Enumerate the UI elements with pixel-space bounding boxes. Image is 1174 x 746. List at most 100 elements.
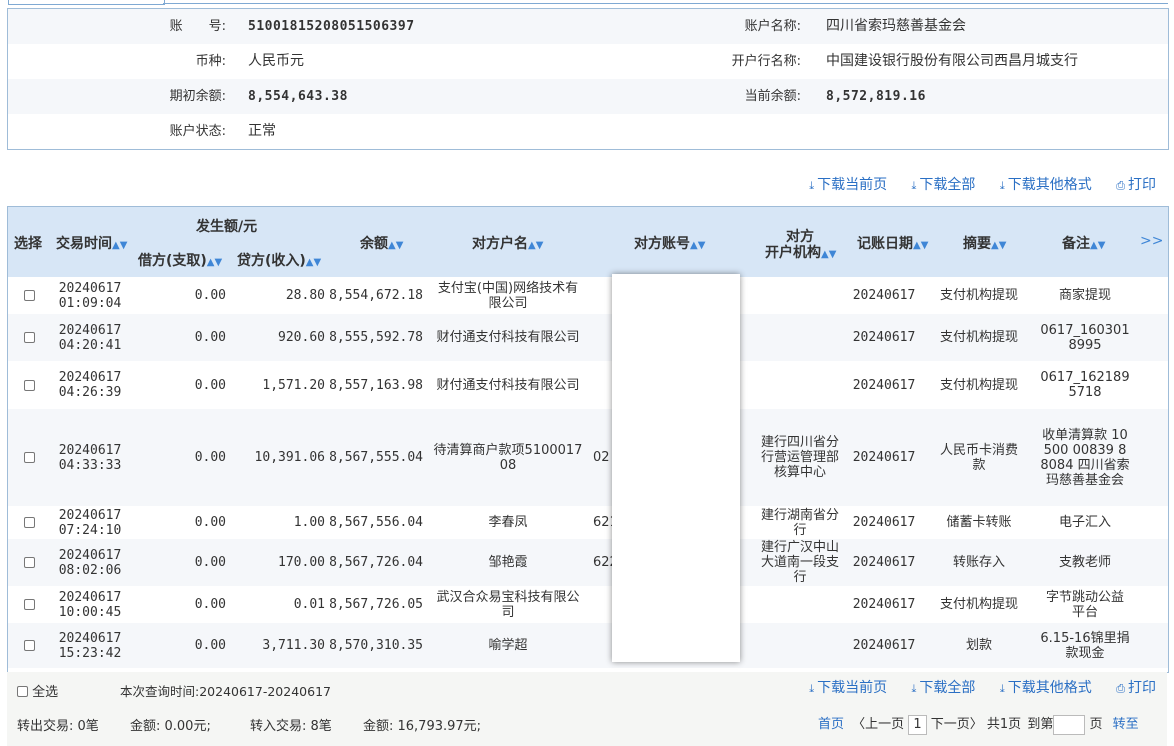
cell-summary: 支付机构提现 <box>939 288 1018 303</box>
download-all-label: 下载全部 <box>919 177 976 193</box>
row-checkbox[interactable] <box>23 290 35 301</box>
cell-summary: 支付机构提现 <box>939 377 1018 393</box>
download-other-link[interactable]: ⤓ 下载其他格式 <box>1000 175 1092 196</box>
select-all-control[interactable]: 全选 <box>17 681 58 700</box>
out-amount: 金额: 0.00元; <box>130 719 211 734</box>
row-checkbox[interactable] <box>23 517 35 528</box>
active-tab[interactable] <box>8 0 165 5</box>
header-summary[interactable]: 摘要▲▼ <box>963 233 1006 253</box>
row-checkbox[interactable] <box>23 332 35 343</box>
download-other-label: 下载其他格式 <box>1007 177 1092 193</box>
cell-summary: 支付机构提现 <box>939 330 1018 345</box>
expand-columns-icon[interactable]: >> <box>1140 233 1163 249</box>
download-page-link[interactable]: ⤓ 下载当前页 <box>809 678 887 699</box>
transaction-table: 选择 交易时间▲▼ 发生额/元 借方(支取)▲▼ 贷方(收入)▲▼ 余额▲▼ 对… <box>7 206 1169 673</box>
header-balance[interactable]: 余额▲▼ <box>360 233 403 253</box>
table-row[interactable]: 20240617 04:33:33 0.00 10,391.06 8,567,555.0… <box>8 409 1168 506</box>
goto-button[interactable]: 转至 <box>1113 717 1139 732</box>
account-status-value: 正常 <box>248 123 276 139</box>
header-debit[interactable]: 借方(支取)▲▼ <box>138 250 222 270</box>
first-page-link[interactable]: 首页 <box>818 717 844 732</box>
currency-label: 币种: <box>195 54 226 69</box>
account-row-4: 账户状态: 正常 <box>8 114 1168 149</box>
in-count: 转入交易: 8笔 <box>250 719 332 734</box>
cell-cp-bank: 建行广汉中山大道南一段支行 <box>760 540 839 585</box>
sort-icon: ▲▼ <box>991 240 1007 251</box>
query-time: 本次查询时间:20240617-20240617 <box>120 684 331 699</box>
table-row[interactable]: 20240617 08:02:06 0.00 170.00 8,567,726.04 邹艳… <box>8 539 1168 586</box>
cell-summary: 支付机构提现 <box>939 597 1018 612</box>
sort-icon: ▲▼ <box>388 240 404 251</box>
header-counterparty-account[interactable]: 对方账号▲▼ <box>634 233 705 253</box>
page-unit-label: 页 <box>1089 717 1103 732</box>
current-page: 1 <box>908 715 927 735</box>
header-time[interactable]: 交易时间▲▼ <box>56 233 127 253</box>
download-page-link[interactable]: ⤓ 下载当前页 <box>809 175 887 196</box>
cell-time: 20240617 15:23:42 <box>50 623 130 668</box>
table-row[interactable]: 20240617 15:23:42 0.00 3,711.30 8,570,310.35… <box>8 623 1168 668</box>
row-checkbox[interactable] <box>23 452 35 463</box>
cell-cp-bank <box>756 361 844 409</box>
row-time: 04:20:41 <box>58 337 122 353</box>
table-row[interactable]: 20240617 04:26:39 0.00 1,571.20 8,557,163.98… <box>8 361 1168 409</box>
bank-name-label: 开户行名称: <box>731 54 801 69</box>
row-time: 01:09:04 <box>58 295 122 311</box>
select-all-label: 全选 <box>32 685 59 700</box>
table-row[interactable]: 20240617 10:00:45 0.00 0.01 8,567,726.05 武汉合众… <box>8 586 1168 623</box>
header-post-date[interactable]: 记账日期▲▼ <box>857 233 928 253</box>
print-link[interactable]: ⎙ 打印 <box>1116 175 1156 196</box>
download-all-link[interactable]: ⤓ 下载全部 <box>912 678 976 699</box>
cell-debit: 0.00 <box>194 638 226 653</box>
account-row-2: 币种: 人民币元 开户行名称: 中国建设银行股份有限公司西昌月城支行 <box>8 44 1168 79</box>
table-row[interactable]: 20240617 01:09:04 0.00 28.80 8,554,672.18 支付宝… <box>8 277 1168 314</box>
print-link[interactable]: ⎙ 打印 <box>1116 678 1156 699</box>
cell-cp-name: 武汉合众易宝科技有限公司 <box>436 589 580 620</box>
cell-time: 20240617 01:09:04 <box>50 277 130 314</box>
cell-balance: 8,557,163.98 <box>329 377 423 393</box>
cell-balance: 8,567,555.04 <box>329 450 423 465</box>
printer-icon: ⎙ <box>1116 179 1125 192</box>
cell-cp-name: 邹艳霞 <box>488 555 528 570</box>
account-info-panel: 账 号: 510018152080515063​97 账户名称: 四川省索玛慈善… <box>7 8 1169 150</box>
row-time: 08:02:06 <box>58 562 122 578</box>
cell-debit: 0.00 <box>194 288 226 303</box>
cell-post-date: 20240617 <box>852 638 916 653</box>
cell-select <box>8 506 50 539</box>
download-other-link[interactable]: ⤓ 下载其他格式 <box>1000 678 1092 699</box>
cell-credit: 1.00 <box>293 515 325 530</box>
cell-cp-bank <box>756 623 844 668</box>
table-row[interactable]: 20240617 04:20:41 0.00 920.60 8,555,592.78 财付… <box>8 314 1168 361</box>
row-date: 20240617 <box>58 547 122 563</box>
table-row[interactable]: 20240617 07:24:10 0.00 1.00 8,567,556.04 李春凤 6… <box>8 506 1168 539</box>
cell-remark: 收单清算款 10500 00839 88084 四川省索玛慈善基金会 <box>1040 427 1130 488</box>
cell-post-date: 20240617 <box>852 450 916 465</box>
row-checkbox[interactable] <box>23 599 35 610</box>
row-date: 20240617 <box>58 630 122 646</box>
next-page-link[interactable]: 下一页〉 <box>931 717 983 732</box>
header-counterparty-name[interactable]: 对方户名▲▼ <box>472 233 543 253</box>
prev-page-link[interactable]: 〈上一页 <box>852 717 904 732</box>
download-all-link[interactable]: ⤓ 下载全部 <box>912 175 976 196</box>
cell-debit: 0.00 <box>194 450 226 465</box>
select-all-checkbox[interactable] <box>17 686 28 697</box>
tab-strip <box>0 0 1174 6</box>
row-date: 20240617 <box>58 589 122 605</box>
cell-remark: 商家提现 <box>1058 288 1111 303</box>
current-balance-value: 8,572,819.16 <box>826 89 926 104</box>
row-checkbox[interactable] <box>23 640 35 651</box>
cell-balance: 8,567,726.04 <box>329 555 423 570</box>
header-counterparty-bank[interactable]: 开户机构▲▼ <box>765 242 836 262</box>
cell-remark: 6.15-16锦里捐款现金 <box>1040 630 1130 661</box>
row-checkbox[interactable] <box>23 379 35 391</box>
header-remark[interactable]: 备注▲▼ <box>1062 233 1105 253</box>
account-status-label: 账户状态: <box>169 124 226 139</box>
cell-remark: 电子汇入 <box>1058 515 1111 530</box>
cell-balance: 8,567,556.04 <box>329 515 423 530</box>
cell-select <box>8 409 50 506</box>
goto-page-input[interactable] <box>1053 714 1086 735</box>
account-row-3: 期初余额: 8,554,643.38 当前余额: 8,572,819.16 <box>8 79 1168 114</box>
header-credit[interactable]: 贷方(收入)▲▼ <box>237 250 321 270</box>
row-checkbox[interactable] <box>23 557 35 568</box>
cell-remark: 0617_1621895718 <box>1040 370 1130 400</box>
download-all-label: 下载全部 <box>919 680 976 696</box>
